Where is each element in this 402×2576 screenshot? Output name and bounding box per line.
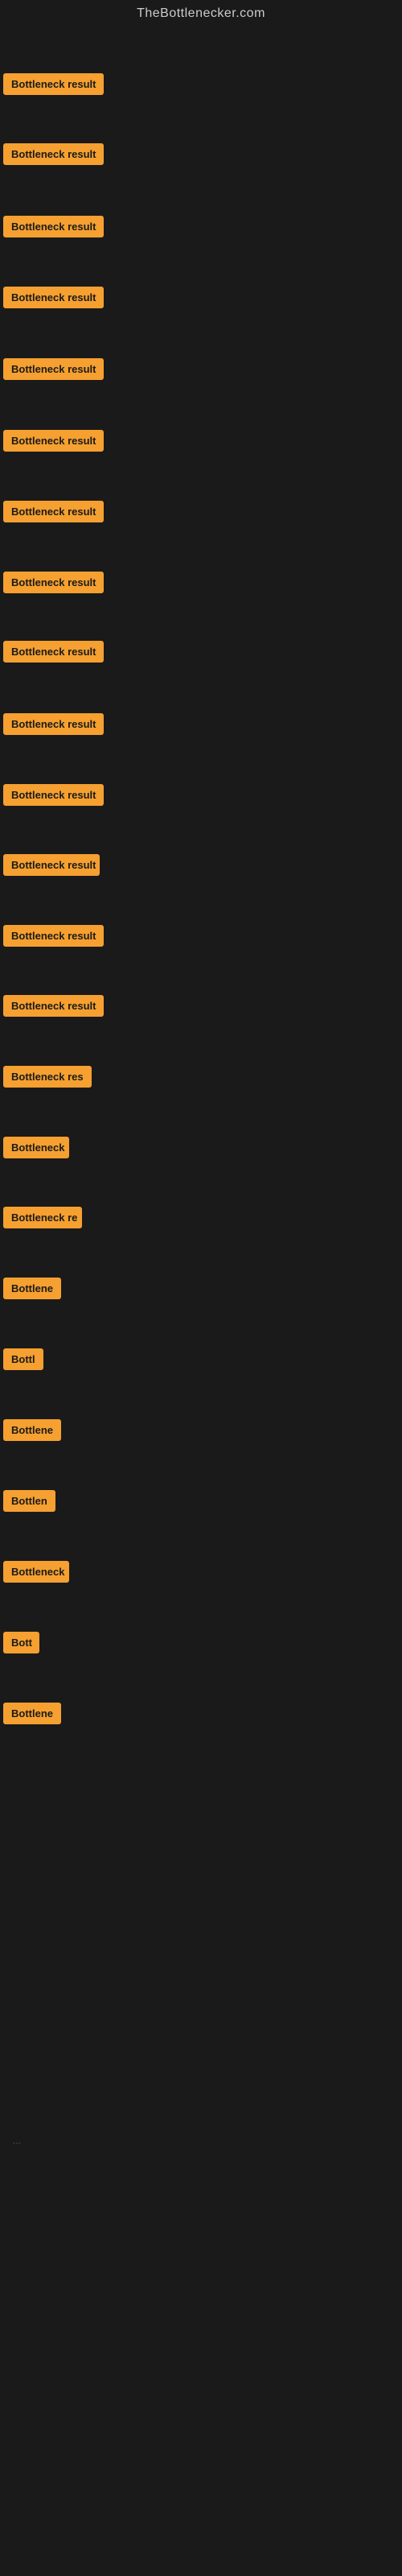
bottleneck-result-badge-14[interactable]: Bottleneck result <box>3 995 104 1017</box>
bottleneck-result-badge-4[interactable]: Bottleneck result <box>3 287 104 308</box>
site-title: TheBottlenecker.com <box>0 0 402 27</box>
dots-indicator: ... <box>6 2132 27 2149</box>
bottleneck-result-badge-18[interactable]: Bottlene <box>3 1278 61 1299</box>
bottleneck-result-badge-5[interactable]: Bottleneck result <box>3 358 104 380</box>
bottleneck-result-badge-16[interactable]: Bottleneck <box>3 1137 69 1158</box>
bottleneck-result-badge-3[interactable]: Bottleneck result <box>3 216 104 237</box>
bottleneck-result-badge-13[interactable]: Bottleneck result <box>3 925 104 947</box>
bottleneck-result-badge-10[interactable]: Bottleneck result <box>3 713 104 735</box>
bottleneck-result-badge-15[interactable]: Bottleneck res <box>3 1066 92 1088</box>
bottleneck-result-badge-1[interactable]: Bottleneck result <box>3 73 104 95</box>
bottleneck-result-badge-24[interactable]: Bottlene <box>3 1703 61 1724</box>
bottleneck-result-badge-21[interactable]: Bottlen <box>3 1490 55 1512</box>
bottleneck-result-badge-19[interactable]: Bottl <box>3 1348 43 1370</box>
bottleneck-result-badge-12[interactable]: Bottleneck result <box>3 854 100 876</box>
bottleneck-result-badge-22[interactable]: Bottleneck <box>3 1561 69 1583</box>
bottleneck-result-badge-20[interactable]: Bottlene <box>3 1419 61 1441</box>
bottleneck-result-badge-2[interactable]: Bottleneck result <box>3 143 104 165</box>
bottleneck-result-badge-11[interactable]: Bottleneck result <box>3 784 104 806</box>
bottleneck-result-badge-6[interactable]: Bottleneck result <box>3 430 104 452</box>
bottleneck-result-badge-9[interactable]: Bottleneck result <box>3 641 104 663</box>
bottleneck-result-badge-17[interactable]: Bottleneck re <box>3 1207 82 1228</box>
bottleneck-result-badge-8[interactable]: Bottleneck result <box>3 572 104 593</box>
bottleneck-result-badge-23[interactable]: Bott <box>3 1632 39 1653</box>
bottleneck-result-badge-7[interactable]: Bottleneck result <box>3 501 104 522</box>
